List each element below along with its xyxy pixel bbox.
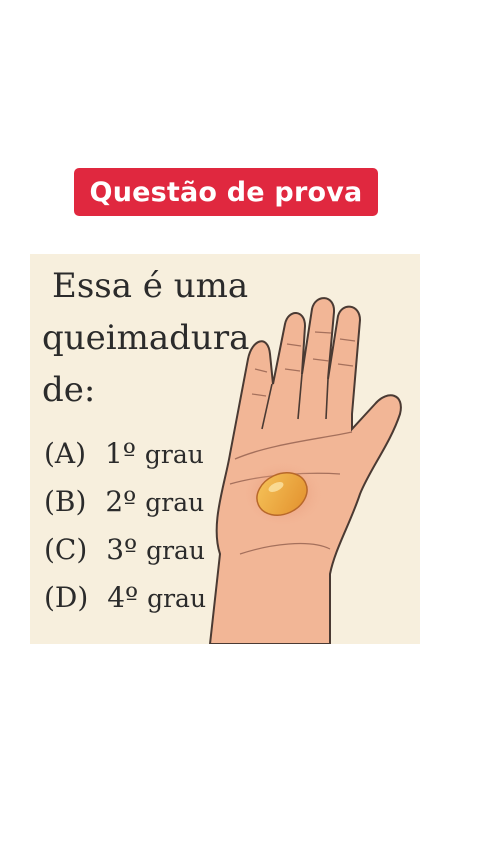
option-number: 1º xyxy=(104,437,136,470)
option-c: (C) 3º grau xyxy=(44,526,206,574)
question-line-1: Essa é uma xyxy=(52,266,249,306)
option-number: 4º xyxy=(107,581,139,614)
option-number: 3º xyxy=(106,533,138,566)
question-line-3: de: xyxy=(42,370,96,410)
option-letter: (A) xyxy=(44,437,87,470)
option-d: (D) 4º grau xyxy=(44,574,206,622)
question-badge: Questão de prova xyxy=(74,168,378,216)
option-letter: (C) xyxy=(44,533,88,566)
answer-options: (A) 1º grau (B) 2º grau (C) 3º grau (D) … xyxy=(44,430,206,622)
option-a: (A) 1º grau xyxy=(44,430,206,478)
option-unit: grau xyxy=(146,536,206,565)
option-letter: (B) xyxy=(44,485,87,518)
option-b: (B) 2º grau xyxy=(44,478,206,526)
option-unit: grau xyxy=(147,584,207,613)
option-unit: grau xyxy=(144,440,204,469)
question-card: Essa é uma queimadura de: (A) 1º grau (B… xyxy=(30,254,420,644)
option-unit: grau xyxy=(145,488,205,517)
option-number: 2º xyxy=(105,485,137,518)
option-letter: (D) xyxy=(44,581,89,614)
question-text: Essa é uma queimadura de: xyxy=(42,260,282,416)
question-line-2: queimadura xyxy=(42,318,250,358)
